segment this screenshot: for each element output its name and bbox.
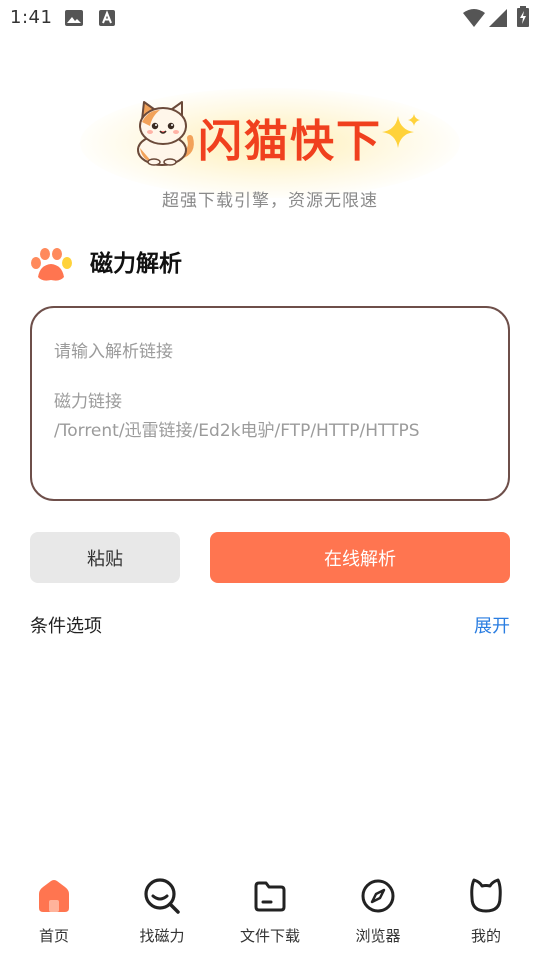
nav-item-find-magnet[interactable]: 找磁力 [108, 868, 216, 960]
nav-item-mine[interactable]: 我的 [432, 868, 540, 960]
nav-label: 文件下载 [239, 927, 300, 945]
options-label: 条件选项 [30, 616, 102, 637]
input-placeholder-line: 请输入解析链接 [54, 342, 173, 362]
nav-label: 首页 [38, 927, 69, 945]
status-time: 1:41 [10, 7, 53, 28]
signal-icon [489, 9, 507, 27]
battery-icon [517, 6, 529, 27]
paste-button[interactable]: 粘贴 [30, 532, 180, 583]
cat-mascot-icon [137, 101, 194, 166]
status-bar: 1:41 [0, 0, 540, 36]
bottom-nav: 首页 找磁力 文件下载 浏览器 我的 [0, 868, 540, 960]
input-placeholder-line: /Torrent/迅雷链接/Ed2k电驴/FTP/HTTP/HTTPS [54, 421, 420, 441]
expand-link[interactable]: 展开 [474, 614, 510, 640]
nav-item-file-download[interactable]: 文件下载 [216, 868, 324, 960]
nav-item-browser[interactable]: 浏览器 [324, 868, 432, 960]
nav-label: 找磁力 [139, 927, 185, 945]
link-input[interactable]: 请输入解析链接 磁力链接 /Torrent/迅雷链接/Ed2k电驴/FTP/HT… [30, 306, 510, 501]
section-title: 磁力解析 [90, 251, 182, 277]
nav-item-home[interactable]: 首页 [0, 868, 108, 960]
search-magnet-icon [144, 878, 180, 914]
app-title: 闪猫快下 [198, 116, 382, 167]
nav-label: 我的 [470, 927, 501, 945]
compass-icon [361, 879, 395, 913]
paw-icon [31, 248, 72, 281]
folder-icon [254, 881, 286, 912]
cat-face-icon [470, 878, 502, 913]
nav-label: 浏览器 [355, 927, 401, 945]
wifi-icon [463, 9, 485, 27]
tagline: 超强下载引擎，资源无限速 [162, 191, 378, 211]
image-icon [65, 10, 83, 26]
home-icon [39, 880, 69, 912]
sparkle-icon [382, 114, 420, 148]
input-placeholder-line: 磁力链接 [54, 392, 122, 412]
text-a-icon [99, 10, 115, 26]
online-parse-button[interactable]: 在线解析 [210, 532, 510, 583]
